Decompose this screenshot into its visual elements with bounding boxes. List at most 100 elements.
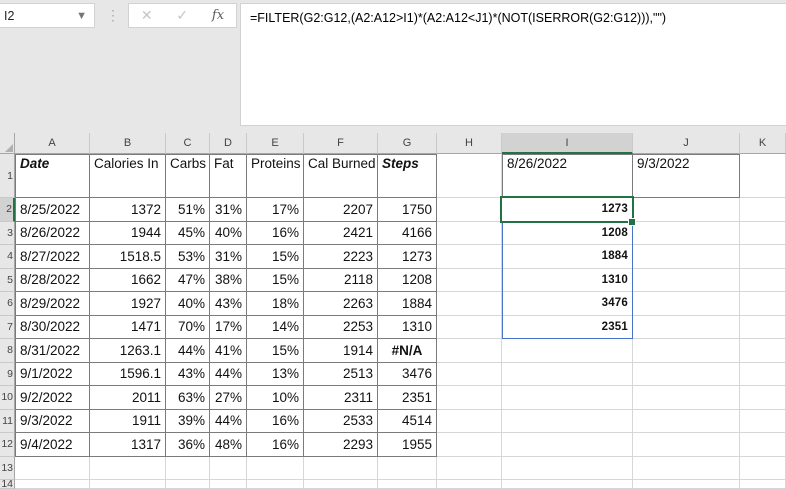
cell-K6[interactable]	[740, 292, 786, 316]
cell-F2[interactable]: 2207	[304, 198, 378, 222]
cell-A14[interactable]	[15, 480, 90, 489]
row-header-8[interactable]: 8	[0, 339, 15, 363]
cell-C10[interactable]: 63%	[166, 386, 210, 410]
cell-H3[interactable]	[437, 221, 502, 245]
cell-A13[interactable]	[15, 456, 90, 480]
cell-B1[interactable]: Calories In	[90, 154, 166, 198]
cell-B12[interactable]: 1317	[90, 433, 166, 457]
cell-K3[interactable]	[740, 221, 786, 245]
cell-B14[interactable]	[90, 480, 166, 489]
cell-B13[interactable]	[90, 456, 166, 480]
cell-I12[interactable]	[502, 433, 633, 457]
name-box-dropdown-icon[interactable]: ▼	[76, 10, 94, 22]
row-header-7[interactable]: 7	[0, 315, 15, 339]
cell-A11[interactable]: 9/3/2022	[15, 409, 90, 433]
cell-E6[interactable]: 18%	[247, 292, 304, 316]
cell-D10[interactable]: 27%	[210, 386, 247, 410]
cell-G6[interactable]: 1884	[378, 292, 437, 316]
cell-D4[interactable]: 31%	[210, 245, 247, 269]
cell-E11[interactable]: 16%	[247, 409, 304, 433]
cell-I6[interactable]: 3476	[502, 292, 633, 316]
cell-I3[interactable]: 1208	[502, 221, 633, 245]
cell-D14[interactable]	[210, 480, 247, 489]
column-header-E[interactable]: E	[247, 133, 304, 154]
cell-G4[interactable]: 1273	[378, 245, 437, 269]
cell-H4[interactable]	[437, 245, 502, 269]
column-header-C[interactable]: C	[166, 133, 210, 154]
cell-H1[interactable]	[437, 154, 502, 198]
cell-C11[interactable]: 39%	[166, 409, 210, 433]
cell-A10[interactable]: 9/2/2022	[15, 386, 90, 410]
cell-G1[interactable]: Steps	[378, 154, 437, 198]
cell-J4[interactable]	[633, 245, 740, 269]
column-header-J[interactable]: J	[633, 133, 740, 154]
column-header-A[interactable]: A	[15, 133, 90, 154]
cell-F10[interactable]: 2311	[304, 386, 378, 410]
enter-icon[interactable]: ✓	[176, 7, 188, 24]
row-header-6[interactable]: 6	[0, 292, 15, 316]
row-header-10[interactable]: 10	[0, 386, 15, 410]
cell-F14[interactable]	[304, 480, 378, 489]
cell-J5[interactable]	[633, 268, 740, 292]
cell-D6[interactable]: 43%	[210, 292, 247, 316]
cell-G14[interactable]	[378, 480, 437, 489]
cell-I4[interactable]: 1884	[502, 245, 633, 269]
cell-B3[interactable]: 1944	[90, 221, 166, 245]
cell-D8[interactable]: 41%	[210, 339, 247, 363]
cell-I10[interactable]	[502, 386, 633, 410]
cell-K13[interactable]	[740, 456, 786, 480]
cell-J11[interactable]	[633, 409, 740, 433]
cell-I1[interactable]: 8/26/2022	[502, 154, 633, 198]
fill-handle[interactable]	[628, 218, 636, 226]
cell-F6[interactable]: 2263	[304, 292, 378, 316]
cell-I9[interactable]	[502, 362, 633, 386]
cell-D5[interactable]: 38%	[210, 268, 247, 292]
cell-J9[interactable]	[633, 362, 740, 386]
cell-K8[interactable]	[740, 339, 786, 363]
cell-J1[interactable]: 9/3/2022	[633, 154, 740, 198]
cell-H9[interactable]	[437, 362, 502, 386]
cell-H6[interactable]	[437, 292, 502, 316]
cell-K14[interactable]	[740, 480, 786, 489]
cell-G2[interactable]: 1750	[378, 198, 437, 222]
cell-D2[interactable]: 31%	[210, 198, 247, 222]
cell-E7[interactable]: 14%	[247, 315, 304, 339]
cell-I7[interactable]: 2351	[502, 315, 633, 339]
cell-C3[interactable]: 45%	[166, 221, 210, 245]
row-header-9[interactable]: 9	[0, 362, 15, 386]
cell-I8[interactable]	[502, 339, 633, 363]
cell-K11[interactable]	[740, 409, 786, 433]
cell-D1[interactable]: Fat	[210, 154, 247, 198]
cell-D7[interactable]: 17%	[210, 315, 247, 339]
cell-H13[interactable]	[437, 456, 502, 480]
cell-H11[interactable]	[437, 409, 502, 433]
cell-E12[interactable]: 16%	[247, 433, 304, 457]
cell-H8[interactable]	[437, 339, 502, 363]
cell-J13[interactable]	[633, 456, 740, 480]
cell-G12[interactable]: 1955	[378, 433, 437, 457]
cell-H12[interactable]	[437, 433, 502, 457]
cell-G10[interactable]: 2351	[378, 386, 437, 410]
cell-E3[interactable]: 16%	[247, 221, 304, 245]
cell-F12[interactable]: 2293	[304, 433, 378, 457]
cell-K1[interactable]	[740, 154, 786, 198]
cell-K5[interactable]	[740, 268, 786, 292]
cell-H14[interactable]	[437, 480, 502, 489]
cell-H10[interactable]	[437, 386, 502, 410]
cell-K7[interactable]	[740, 315, 786, 339]
cell-A4[interactable]: 8/27/2022	[15, 245, 90, 269]
cell-G7[interactable]: 1310	[378, 315, 437, 339]
cell-E8[interactable]: 15%	[247, 339, 304, 363]
cell-K10[interactable]	[740, 386, 786, 410]
cell-I14[interactable]	[502, 480, 633, 489]
cell-B2[interactable]: 1372	[90, 198, 166, 222]
row-header-4[interactable]: 4	[0, 245, 15, 269]
cell-C4[interactable]: 53%	[166, 245, 210, 269]
cell-F3[interactable]: 2421	[304, 221, 378, 245]
cell-F11[interactable]: 2533	[304, 409, 378, 433]
cell-A5[interactable]: 8/28/2022	[15, 268, 90, 292]
cancel-icon[interactable]: ✕	[141, 7, 153, 24]
cell-D3[interactable]: 40%	[210, 221, 247, 245]
cell-E10[interactable]: 10%	[247, 386, 304, 410]
column-header-H[interactable]: H	[437, 133, 502, 154]
